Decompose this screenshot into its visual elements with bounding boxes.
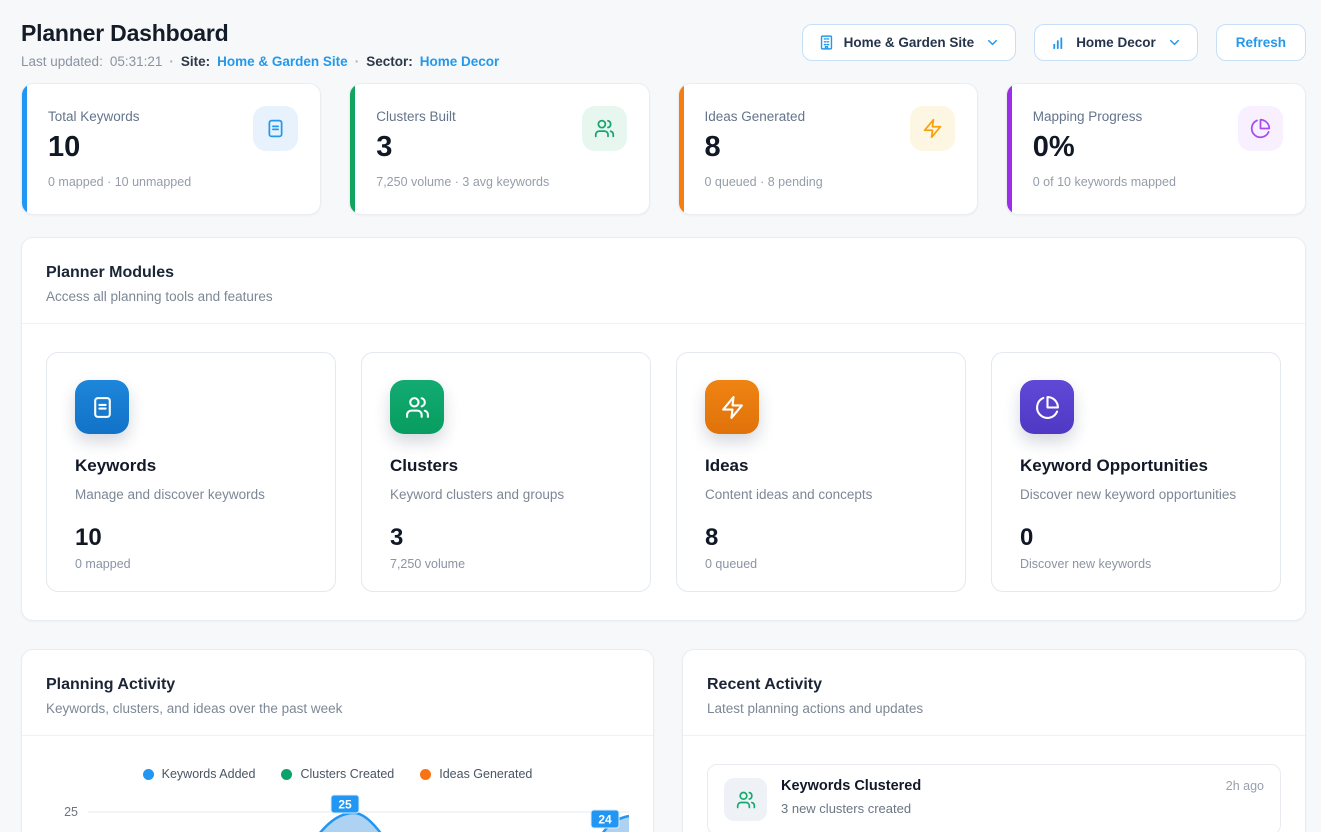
pie-chart-icon: [1238, 106, 1283, 151]
module-footnote: 0 queued: [705, 557, 937, 571]
stats-row: Total Keywords 10 0 mapped · 10 unmapped…: [21, 83, 1306, 215]
recent-activity-subtitle: Latest planning actions and updates: [707, 701, 1281, 716]
module-title: Clusters: [390, 456, 622, 476]
svg-text:24: 24: [598, 813, 612, 827]
site-selector[interactable]: Home & Garden Site: [802, 24, 1017, 61]
module-card-keywords[interactable]: Keywords Manage and discover keywords 10…: [46, 352, 336, 592]
pie-chart-icon: [1020, 380, 1074, 434]
planning-activity-panel: Planning Activity Keywords, clusters, an…: [21, 649, 654, 832]
legend-label: Keywords Added: [162, 767, 256, 781]
area-chart: 25 25 24: [46, 790, 629, 832]
modules-title: Planner Modules: [46, 264, 1281, 282]
sector-link[interactable]: Home Decor: [420, 54, 500, 69]
stat-card-total-keywords: Total Keywords 10 0 mapped · 10 unmapped: [21, 83, 321, 215]
planning-activity-subtitle: Keywords, clusters, and ideas over the p…: [46, 701, 629, 716]
modules-subtitle: Access all planning tools and features: [46, 289, 1281, 304]
activity-chart: Keywords Added Clusters Created Ideas Ge…: [22, 736, 653, 832]
recent-activity-list: Keywords Clustered 2h ago 3 new clusters…: [683, 736, 1305, 832]
topbar: Planner Dashboard Last updated: 05:31:21…: [21, 20, 1306, 69]
keywords-added-area: [88, 813, 629, 832]
legend-dot-icon: [420, 769, 431, 780]
activity-item-description: 3 new clusters created: [781, 801, 1264, 816]
file-text-icon: [253, 106, 298, 151]
stat-footnote: 0 queued · 8 pending: [705, 175, 953, 189]
legend-dot-icon: [281, 769, 292, 780]
activity-item-main: Keywords Clustered 2h ago 3 new clusters…: [781, 778, 1264, 821]
legend-label: Clusters Created: [300, 767, 394, 781]
module-card-clusters[interactable]: Clusters Keyword clusters and groups 3 7…: [361, 352, 651, 592]
activity-item-time: 2h ago: [1226, 779, 1264, 793]
chevron-down-icon: [1167, 35, 1182, 50]
recent-activity-title: Recent Activity: [707, 676, 1281, 694]
module-footnote: 0 mapped: [75, 557, 307, 571]
sector-selector[interactable]: Home Decor: [1034, 24, 1198, 61]
module-value: 8: [705, 524, 937, 552]
modules-panel-header: Planner Modules Access all planning tool…: [22, 238, 1305, 324]
module-title: Ideas: [705, 456, 937, 476]
zap-icon: [910, 106, 955, 151]
planning-activity-title: Planning Activity: [46, 676, 629, 694]
planner-dashboard-page: Planner Dashboard Last updated: 05:31:21…: [0, 0, 1321, 832]
modules-grid: Keywords Manage and discover keywords 10…: [22, 324, 1305, 620]
point-label-25: 25: [331, 795, 359, 813]
module-description: Content ideas and concepts: [705, 487, 937, 502]
file-text-icon: [75, 380, 129, 434]
chevron-down-icon: [985, 35, 1000, 50]
last-updated-value: 05:31:21: [110, 54, 163, 69]
stat-card-ideas-generated: Ideas Generated 8 0 queued · 8 pending: [678, 83, 978, 215]
module-title: Keyword Opportunities: [1020, 456, 1252, 476]
bar-chart-icon: [1050, 34, 1067, 51]
users-icon: [582, 106, 627, 151]
separator-dot: ·: [169, 54, 174, 69]
planner-modules-panel: Planner Modules Access all planning tool…: [21, 237, 1306, 621]
module-description: Keyword clusters and groups: [390, 487, 622, 502]
point-label-24: 24: [591, 810, 619, 828]
module-footnote: Discover new keywords: [1020, 557, 1252, 571]
module-card-keyword-opportunities[interactable]: Keyword Opportunities Discover new keywo…: [991, 352, 1281, 592]
meta-line: Last updated: 05:31:21 · Site: Home & Ga…: [21, 54, 499, 69]
stat-card-clusters-built: Clusters Built 3 7,250 volume · 3 avg ke…: [349, 83, 649, 215]
zap-icon: [705, 380, 759, 434]
stat-card-mapping-progress: Mapping Progress 0% 0 of 10 keywords map…: [1006, 83, 1306, 215]
stat-footnote: 0 mapped · 10 unmapped: [48, 175, 296, 189]
module-description: Manage and discover keywords: [75, 487, 307, 502]
recent-activity-panel: Recent Activity Latest planning actions …: [682, 649, 1306, 832]
bottom-row: Planning Activity Keywords, clusters, an…: [21, 649, 1306, 832]
y-axis-tick: 25: [64, 805, 78, 819]
separator-dot: ·: [355, 54, 360, 69]
users-icon: [390, 380, 444, 434]
site-link[interactable]: Home & Garden Site: [217, 54, 348, 69]
module-value: 0: [1020, 524, 1252, 552]
stat-footnote: 7,250 volume · 3 avg keywords: [376, 175, 624, 189]
svg-text:25: 25: [338, 798, 352, 812]
module-value: 3: [390, 524, 622, 552]
site-selector-value: Home & Garden Site: [844, 35, 975, 50]
site-label: Site:: [181, 54, 210, 69]
stat-footnote: 0 of 10 keywords mapped: [1033, 175, 1281, 189]
list-item: Keywords Clustered 2h ago 3 new clusters…: [707, 764, 1281, 832]
chart-legend: Keywords Added Clusters Created Ideas Ge…: [46, 767, 629, 781]
legend-dot-icon: [143, 769, 154, 780]
module-footnote: 7,250 volume: [390, 557, 622, 571]
sector-label: Sector:: [366, 54, 413, 69]
page-title: Planner Dashboard: [21, 20, 499, 47]
legend-label: Ideas Generated: [439, 767, 532, 781]
activity-item-title: Keywords Clustered: [781, 778, 921, 794]
legend-item-ideas-generated: Ideas Generated: [420, 767, 532, 781]
planning-activity-header: Planning Activity Keywords, clusters, an…: [22, 650, 653, 736]
legend-item-clusters-created: Clusters Created: [281, 767, 394, 781]
refresh-button[interactable]: Refresh: [1216, 24, 1306, 61]
building-icon: [818, 34, 835, 51]
module-value: 10: [75, 524, 307, 552]
legend-item-keywords-added: Keywords Added: [143, 767, 256, 781]
last-updated-label: Last updated:: [21, 54, 103, 69]
module-card-ideas[interactable]: Ideas Content ideas and concepts 8 0 que…: [676, 352, 966, 592]
sector-selector-value: Home Decor: [1076, 35, 1156, 50]
module-description: Discover new keyword opportunities: [1020, 487, 1252, 502]
topbar-left: Planner Dashboard Last updated: 05:31:21…: [21, 20, 499, 69]
recent-activity-header: Recent Activity Latest planning actions …: [683, 650, 1305, 736]
topbar-actions: Home & Garden Site Home Decor Refresh: [802, 24, 1306, 61]
users-icon: [724, 778, 767, 821]
module-title: Keywords: [75, 456, 307, 476]
